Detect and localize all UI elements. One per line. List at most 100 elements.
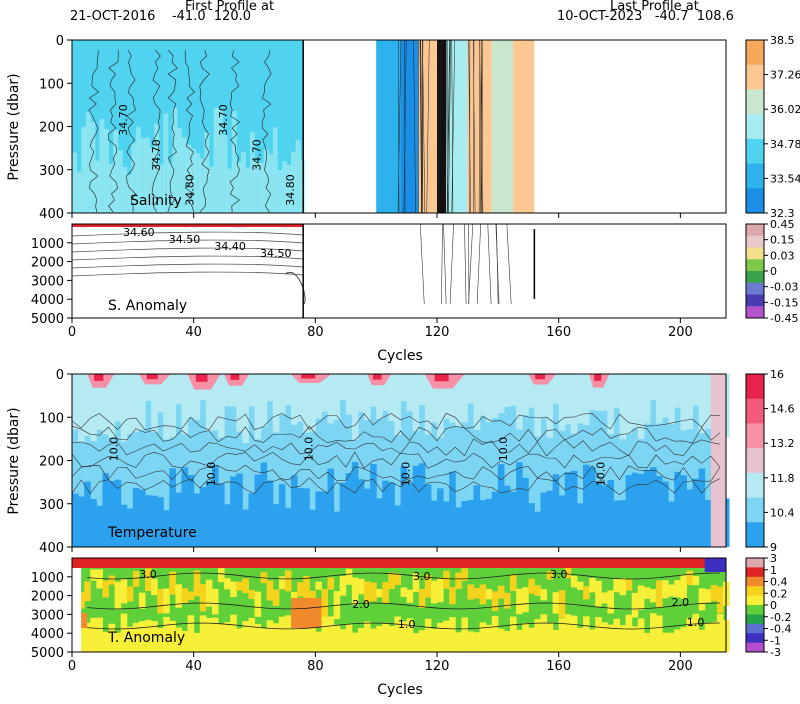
colorbar-swatch bbox=[746, 188, 764, 213]
temperature-cell bbox=[699, 469, 706, 547]
temperature-cell bbox=[218, 483, 225, 547]
tanomaly-cell bbox=[455, 632, 462, 652]
tanomaly-cell bbox=[230, 615, 237, 652]
y-tick-label: 0 bbox=[56, 34, 64, 49]
tanomaly-cell bbox=[480, 622, 487, 652]
tanomaly-cell bbox=[650, 589, 657, 602]
salinity-panel: Salinity34.7034.7034.8034.7034.7034.8001… bbox=[39, 34, 800, 222]
tanomaly-cell bbox=[486, 625, 493, 652]
temperature-cell bbox=[273, 504, 280, 547]
temperature-cell bbox=[358, 479, 365, 547]
x-tick-label: 120 bbox=[425, 659, 450, 674]
colorbar-swatch bbox=[746, 306, 764, 318]
tanomaly-cell bbox=[388, 626, 395, 652]
panel-label-salinity: Salinity bbox=[130, 193, 182, 209]
temperature-cell bbox=[577, 503, 584, 547]
salinity-cell bbox=[77, 171, 82, 213]
argo-float-section-figure: First Profile at 21-OCT-2016 -41.0 120.0… bbox=[0, 0, 800, 700]
contour-label: 3.0 bbox=[550, 568, 568, 581]
tanomaly-cell bbox=[230, 582, 237, 598]
temperature-cell bbox=[705, 500, 712, 547]
y-tick-label: 1000 bbox=[31, 237, 64, 252]
temperature-cell bbox=[492, 374, 499, 418]
tanomaly-cell bbox=[401, 587, 408, 596]
temperature-panel: 10.010.010.010.010.010.0Temperature01002… bbox=[39, 368, 794, 556]
tanomaly-cell bbox=[84, 581, 91, 601]
colorbar-swatch bbox=[746, 586, 764, 596]
y-tick-label: 0 bbox=[56, 368, 64, 383]
tanomaly-cell bbox=[467, 584, 474, 599]
warm-core bbox=[435, 374, 449, 381]
temperature-cell bbox=[242, 374, 249, 443]
tanomaly-cell bbox=[613, 619, 620, 652]
tanomaly-cell bbox=[699, 588, 706, 610]
colorbar-swatch bbox=[746, 596, 764, 606]
tanomaly-cell bbox=[188, 615, 195, 652]
temperature-cell bbox=[583, 374, 590, 425]
tanomaly-cell bbox=[547, 622, 554, 652]
tanomaly-cell bbox=[638, 585, 645, 609]
warm-core bbox=[535, 374, 545, 379]
tanomaly-cell bbox=[431, 581, 438, 604]
temperature-cell bbox=[78, 497, 85, 547]
tanomaly-cell bbox=[705, 589, 712, 603]
tanomaly-cell bbox=[358, 628, 365, 652]
temperature-cell bbox=[620, 500, 627, 547]
tanomaly-cell bbox=[285, 570, 292, 591]
colorbar-swatch bbox=[746, 295, 764, 307]
y-tick-label: 200 bbox=[39, 121, 64, 136]
tanomaly-cell bbox=[577, 582, 584, 590]
temperature-cell bbox=[431, 501, 438, 547]
salinity-cell bbox=[223, 135, 228, 213]
temperature-cell bbox=[699, 374, 706, 433]
tanomaly-cell bbox=[601, 592, 608, 603]
colorbar-swatch bbox=[746, 633, 764, 643]
tanomaly-cell bbox=[188, 591, 195, 600]
salinity-cell bbox=[122, 167, 127, 213]
temperature-cell bbox=[364, 374, 371, 420]
tanomaly-cell bbox=[680, 627, 687, 652]
tanomaly-cell bbox=[297, 582, 304, 596]
contour-label: 2.0 bbox=[672, 596, 690, 609]
tanomaly-cell bbox=[711, 585, 718, 601]
temperature-cell bbox=[504, 374, 511, 407]
y-tick-label: 400 bbox=[39, 207, 64, 222]
contour-label: 34.40 bbox=[214, 240, 246, 253]
tanomaly-cell bbox=[638, 618, 645, 652]
temperature-cell bbox=[650, 467, 657, 547]
colorbar-swatch bbox=[746, 164, 764, 189]
tanomaly-cell bbox=[443, 621, 450, 652]
tanomaly-cell bbox=[534, 619, 541, 652]
tanomaly-cell bbox=[346, 624, 353, 652]
temperature-cell bbox=[352, 374, 359, 440]
x-tick-label: 80 bbox=[307, 325, 324, 340]
tanomaly-cell bbox=[540, 614, 547, 652]
tanomaly-cell bbox=[346, 569, 353, 585]
colorbar-swatch bbox=[746, 224, 764, 236]
temperature-cell bbox=[96, 506, 103, 547]
tanomaly-cell bbox=[127, 586, 134, 601]
colorbar-swatch bbox=[746, 624, 764, 634]
temperature-cell bbox=[72, 494, 79, 547]
tanomaly-cell bbox=[109, 576, 116, 585]
tanomaly-cell bbox=[553, 630, 560, 652]
tanomaly-cell bbox=[571, 616, 578, 652]
x-tick-label: 40 bbox=[185, 659, 202, 674]
tanomaly-cell bbox=[583, 616, 590, 652]
colorbar-swatch bbox=[746, 448, 764, 473]
tanomaly-cell bbox=[632, 626, 639, 652]
tanomaly-cell bbox=[437, 623, 444, 652]
colorbar-swatch bbox=[746, 283, 764, 295]
temperature-cell bbox=[626, 374, 633, 434]
colorbar-tick-label: 36.02 bbox=[770, 103, 800, 116]
temperature-cell bbox=[644, 374, 651, 423]
tanomaly-cell bbox=[528, 579, 535, 594]
tanomaly-cell bbox=[388, 573, 395, 589]
temperature-cell bbox=[534, 512, 541, 547]
tanomaly-cell bbox=[504, 593, 511, 609]
temperature-cell bbox=[419, 463, 426, 547]
tanomaly-cell bbox=[601, 622, 608, 652]
tanomaly-cell bbox=[522, 587, 529, 612]
tanomaly-cell bbox=[656, 580, 663, 607]
tanomaly-cell bbox=[480, 584, 487, 604]
